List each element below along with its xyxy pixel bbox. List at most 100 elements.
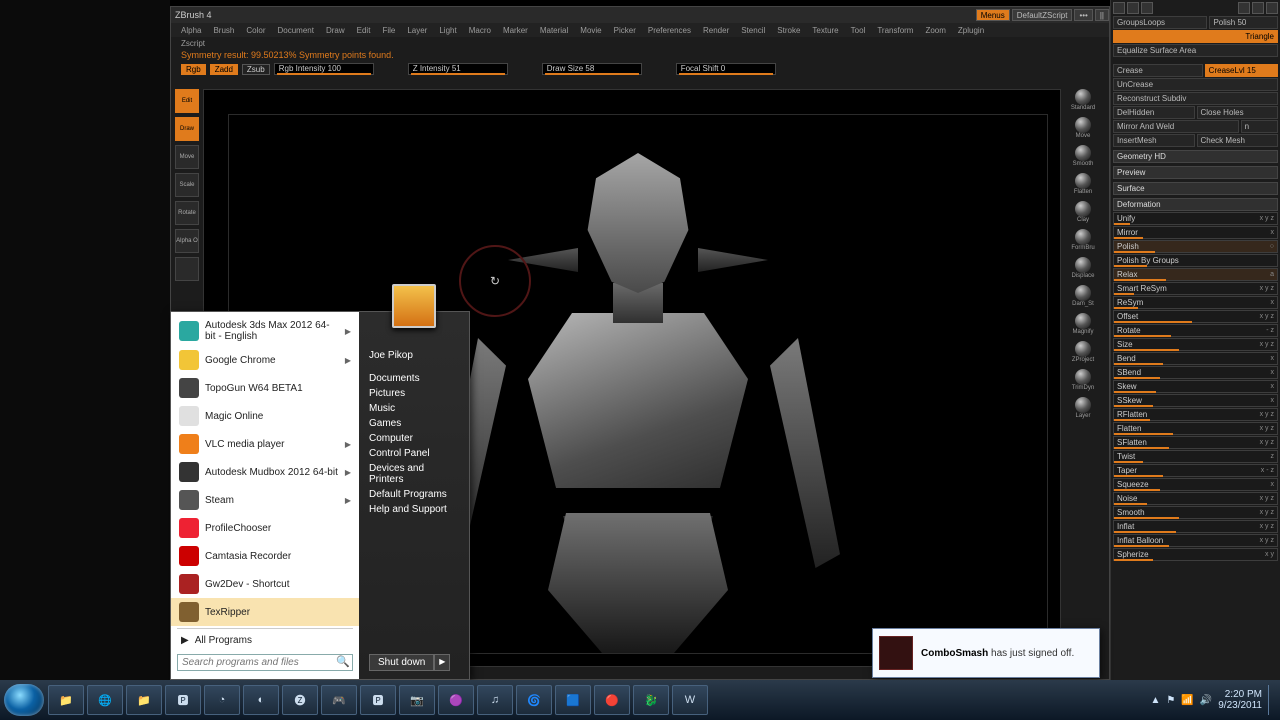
menu-draw[interactable]: Draw [326, 26, 345, 35]
mirror-n-cell[interactable]: n [1241, 120, 1278, 133]
taskbar-app[interactable]: 📁 [126, 685, 162, 715]
taskbar-app[interactable]: 🔴 [594, 685, 630, 715]
slider-smart-resym[interactable]: Smart ReSymx y z [1113, 282, 1278, 295]
taskbar-app[interactable]: 🅿 [165, 685, 201, 715]
section-surface[interactable]: Surface [1113, 182, 1278, 195]
uncrease-button[interactable]: UnCrease [1113, 78, 1278, 91]
slider-mirror[interactable]: Mirrorx [1113, 226, 1278, 239]
menu-render[interactable]: Render [703, 26, 729, 35]
search-input[interactable] [178, 655, 334, 670]
brush-standard[interactable]: Standard [1065, 89, 1101, 113]
menu-marker[interactable]: Marker [503, 26, 528, 35]
slider-resym[interactable]: ReSymx [1113, 296, 1278, 309]
triangle-button[interactable]: Triangle [1113, 30, 1278, 43]
start-link-pictures[interactable]: Pictures [369, 386, 459, 401]
brush-zproject[interactable]: ZProject [1065, 341, 1101, 365]
crease-button[interactable]: Crease [1113, 64, 1203, 77]
taskbar-app[interactable]: 🟦 [555, 685, 591, 715]
slider-rflatten[interactable]: RFlattenx y z [1113, 408, 1278, 421]
taskbar-clock[interactable]: 2:20 PM9/23/2011 [1218, 689, 1262, 711]
taskbar-app[interactable]: ♫ [477, 685, 513, 715]
start-item-steam[interactable]: Steam▶ [171, 486, 359, 514]
tool-empty[interactable] [175, 257, 199, 281]
polish-cell[interactable]: Polish 50 [1209, 16, 1278, 29]
section-deformation[interactable]: Deformation [1113, 198, 1278, 211]
menu-stencil[interactable]: Stencil [741, 26, 765, 35]
taskbar-app[interactable]: 🌐 [87, 685, 123, 715]
mirrorweld-button[interactable]: Mirror And Weld [1113, 120, 1239, 133]
start-link-devices-and-printers[interactable]: Devices and Printers [369, 461, 459, 487]
panel-icon[interactable] [1127, 2, 1139, 14]
start-item-autodesk[interactable]: Autodesk Mudbox 2012 64-bit▶ [171, 458, 359, 486]
zsub-toggle[interactable]: Zsub [242, 64, 270, 75]
delhidden-button[interactable]: DelHidden [1113, 106, 1195, 119]
start-item-magic[interactable]: Magic Online [171, 402, 359, 430]
max-icon[interactable] [1252, 2, 1264, 14]
taskbar-app[interactable]: 🌀 [516, 685, 552, 715]
tray-flag-icon[interactable]: ⚑ [1166, 695, 1175, 706]
slider-inflat[interactable]: Inflatx y z [1113, 520, 1278, 533]
search-icon[interactable]: 🔍 [334, 655, 352, 670]
slider-taper[interactable]: Taperx - z [1113, 464, 1278, 477]
menu-picker[interactable]: Picker [614, 26, 636, 35]
titlebar-arrows-icon[interactable]: || [1095, 9, 1109, 21]
creaselvl-cell[interactable]: CreaseLvl 15 [1205, 64, 1278, 77]
menu-light[interactable]: Light [439, 26, 456, 35]
slider-twist[interactable]: Twistz [1113, 450, 1278, 463]
start-link-computer[interactable]: Computer [369, 431, 459, 446]
start-item-gw2dev[interactable]: Gw2Dev - Shortcut [171, 570, 359, 598]
section-preview[interactable]: Preview [1113, 166, 1278, 179]
menu-movie[interactable]: Movie [580, 26, 601, 35]
taskbar-app[interactable]: 🎮 [321, 685, 357, 715]
slider-flatten[interactable]: Flattenx y z [1113, 422, 1278, 435]
slider-sflatten[interactable]: SFlattenx y z [1113, 436, 1278, 449]
slider-polish-by-groups[interactable]: Polish By Groups [1113, 254, 1278, 267]
shutdown-button[interactable]: Shut down [369, 654, 434, 671]
start-item-profilechooser[interactable]: ProfileChooser [171, 514, 359, 542]
tool-move[interactable]: Move [175, 145, 199, 169]
taskbar-app[interactable]: 📷 [399, 685, 435, 715]
slider-bend[interactable]: Bendx [1113, 352, 1278, 365]
taskbar-app[interactable]: 🐉 [633, 685, 669, 715]
user-picture-icon[interactable] [392, 284, 436, 328]
reconstruct-button[interactable]: Reconstruct Subdiv [1113, 92, 1278, 105]
close-icon[interactable] [1266, 2, 1278, 14]
zadd-toggle[interactable]: Zadd [210, 64, 238, 75]
brush-flatten[interactable]: Flatten [1065, 173, 1101, 197]
tool-draw[interactable]: Draw [175, 117, 199, 141]
start-link-help-and-support[interactable]: Help and Support [369, 502, 459, 517]
start-search[interactable]: 🔍 [177, 654, 353, 671]
menu-transform[interactable]: Transform [877, 26, 913, 35]
rgb-intensity-slider[interactable]: Rgb Intensity 100 [274, 63, 374, 75]
start-link-control-panel[interactable]: Control Panel [369, 446, 459, 461]
slider-size[interactable]: Sizex y z [1113, 338, 1278, 351]
start-link-music[interactable]: Music [369, 401, 459, 416]
brush-formbru[interactable]: FormBru [1065, 229, 1101, 253]
menu-material[interactable]: Material [540, 26, 568, 35]
tray-network-icon[interactable]: 📶 [1181, 695, 1193, 706]
brush-magnify[interactable]: Magnify [1065, 313, 1101, 337]
slider-sskew[interactable]: SSkewx [1113, 394, 1278, 407]
menu-zoom[interactable]: Zoom [925, 26, 945, 35]
tool-edit[interactable]: Edit [175, 89, 199, 113]
brush-trimdyn[interactable]: TrimDyn [1065, 369, 1101, 393]
all-programs-link[interactable]: ▶All Programs [171, 631, 359, 650]
menu-texture[interactable]: Texture [812, 26, 838, 35]
section-geometryhd[interactable]: Geometry HD [1113, 150, 1278, 163]
taskbar-app[interactable]: W [672, 685, 708, 715]
slider-smooth[interactable]: Smoothx y z [1113, 506, 1278, 519]
taskbar-app[interactable]: 🟣 [438, 685, 474, 715]
start-button[interactable] [4, 684, 44, 716]
slider-unify[interactable]: Unifyx y z [1113, 212, 1278, 225]
tray-sound-icon[interactable]: 🔊 [1200, 695, 1212, 706]
taskbar-app[interactable]: ◔ [204, 685, 240, 715]
tool-alpha o[interactable]: Alpha O [175, 229, 199, 253]
menu-color[interactable]: Color [246, 26, 265, 35]
menu-macro[interactable]: Macro [469, 26, 491, 35]
menus-button[interactable]: Menus [976, 9, 1010, 21]
slider-spherize[interactable]: Spherizex y [1113, 548, 1278, 561]
equalize-button[interactable]: Equalize Surface Area [1113, 44, 1278, 57]
brush-move[interactable]: Move [1065, 117, 1101, 141]
menu-file[interactable]: File [382, 26, 395, 35]
start-item-texripper[interactable]: TexRipper [171, 598, 359, 626]
